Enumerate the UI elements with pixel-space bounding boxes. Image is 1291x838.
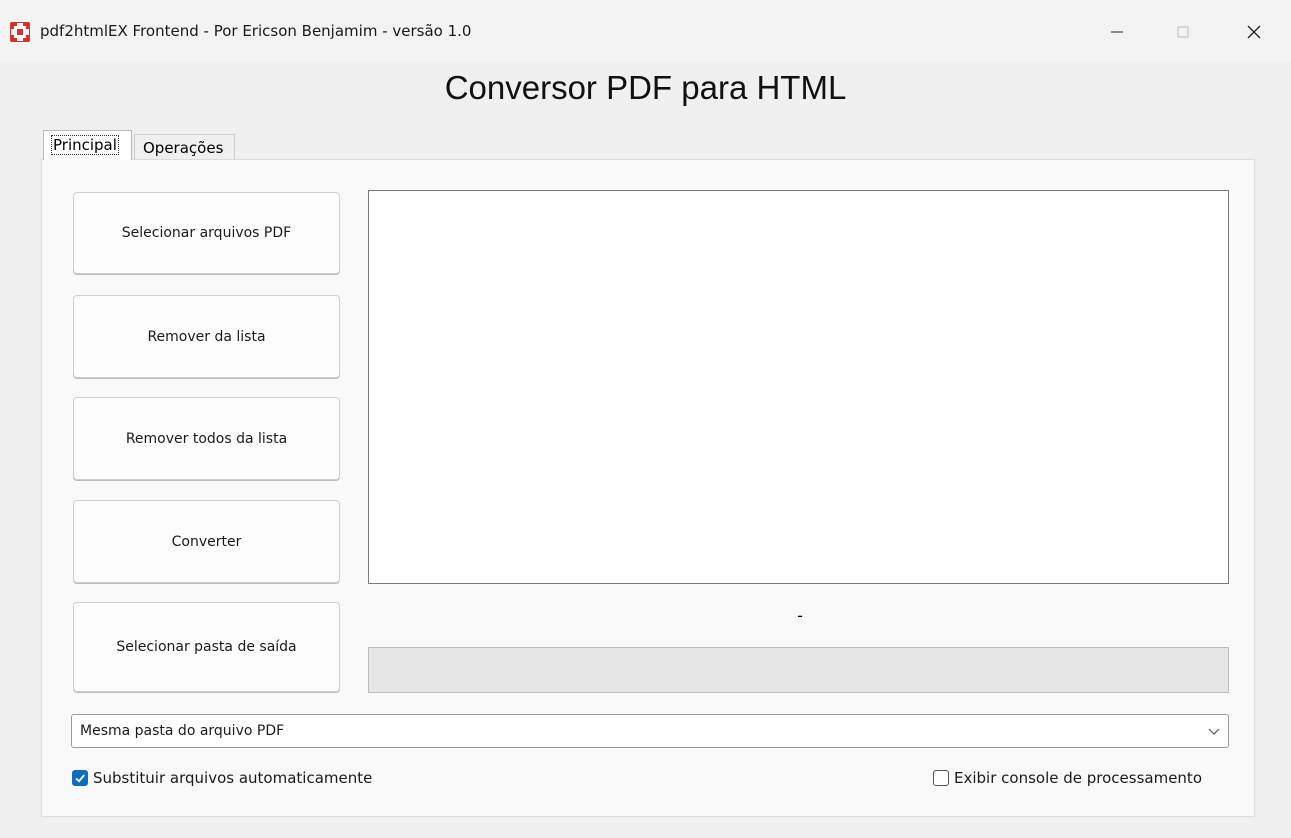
- checkbox-checked-icon[interactable]: [72, 770, 88, 786]
- page-title: Conversor PDF para HTML: [444, 69, 847, 106]
- tab-principal[interactable]: Principal: [43, 130, 132, 160]
- auto-replace-checkbox[interactable]: Substituir arquivos automaticamente: [72, 768, 372, 788]
- progress-bar: [368, 647, 1229, 693]
- minimize-button[interactable]: [1094, 12, 1140, 52]
- output-folder-select[interactable]: Mesma pasta do arquivo PDF: [71, 714, 1229, 748]
- output-folder-value: Mesma pasta do arquivo PDF: [80, 723, 285, 739]
- auto-replace-label: Substituir arquivos automaticamente: [93, 769, 373, 787]
- window-title: pdf2htmlEX Frontend - Por Ericson Benjam…: [40, 22, 472, 40]
- select-output-folder-button[interactable]: Selecionar pasta de saída: [73, 602, 340, 692]
- select-pdf-button[interactable]: Selecionar arquivos PDF: [73, 192, 340, 274]
- convert-button[interactable]: Converter: [73, 500, 340, 583]
- title-bar[interactable]: pdf2htmlEX Frontend - Por Ericson Benjam…: [0, 0, 1291, 62]
- close-button[interactable]: [1231, 12, 1277, 52]
- status-text: -: [797, 606, 803, 625]
- checkbox-unchecked-icon[interactable]: [933, 770, 949, 786]
- app-icon[interactable]: [10, 22, 30, 42]
- tab-label: Principal: [51, 135, 119, 155]
- chevron-down-icon: [1208, 728, 1220, 735]
- tab-operacoes[interactable]: Operações: [134, 134, 235, 160]
- show-console-label: Exibir console de processamento: [954, 769, 1202, 787]
- maximize-icon: [1177, 26, 1189, 38]
- show-console-checkbox[interactable]: Exibir console de processamento: [933, 768, 1202, 788]
- tab-label: Operações: [143, 139, 224, 157]
- maximize-button[interactable]: [1160, 12, 1206, 52]
- remove-from-list-button[interactable]: Remover da lista: [73, 295, 340, 378]
- pdf-file-list[interactable]: [368, 190, 1229, 584]
- remove-all-button[interactable]: Remover todos da lista: [73, 397, 340, 480]
- minimize-icon: [1111, 31, 1123, 33]
- close-icon: [1247, 25, 1261, 39]
- app-window: pdf2htmlEX Frontend - Por Ericson Benjam…: [0, 0, 1291, 838]
